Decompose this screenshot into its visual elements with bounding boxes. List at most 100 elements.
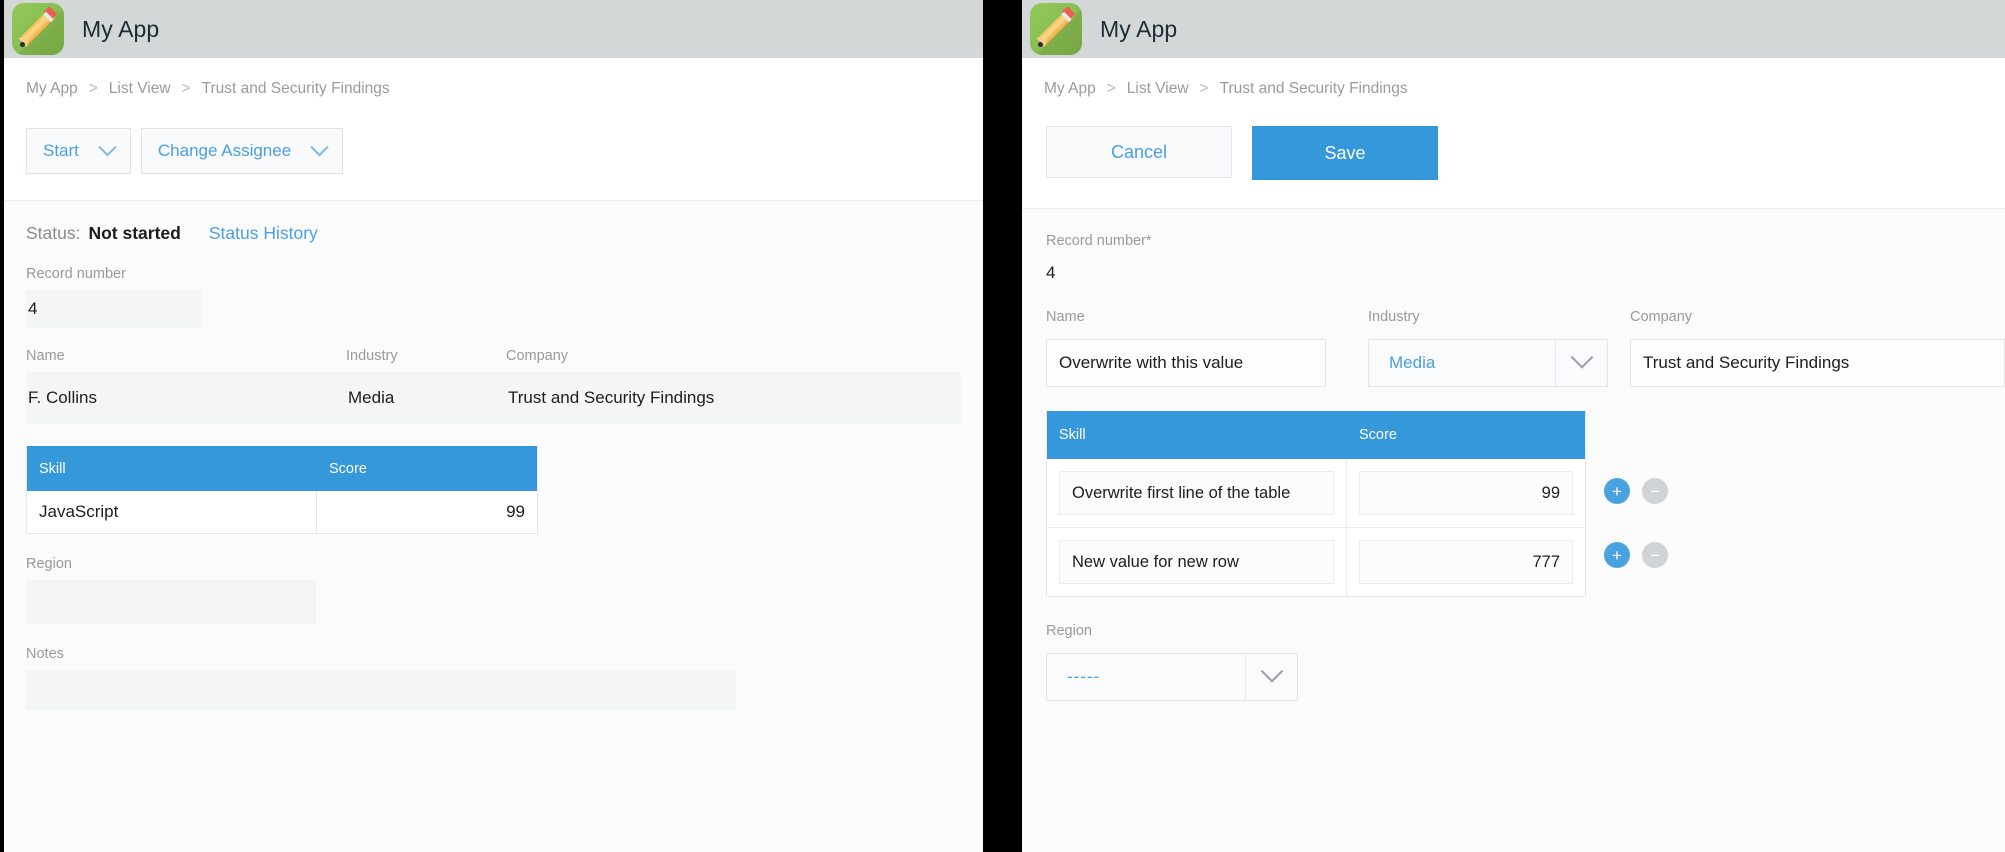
chevron-down-icon (310, 137, 329, 156)
minus-icon[interactable]: − (1642, 478, 1668, 504)
field-name: Name F. Collins (26, 348, 346, 424)
left-panel-view-mode: My App My App > List View > Trust and Se… (4, 0, 983, 852)
field-industry: Industry Media (346, 348, 506, 424)
name-input[interactable]: Overwrite with this value (1046, 339, 1326, 387)
cell-skill: JavaScript (27, 491, 317, 533)
plus-icon[interactable]: + (1604, 478, 1630, 504)
company-label: Company (1630, 309, 1693, 325)
breadcrumb-item-current: Trust and Security Findings (201, 80, 390, 97)
left-toolbar: Start Change Assignee (4, 108, 983, 201)
industry-value: Media (346, 372, 506, 424)
field-row: Name F. Collins Industry Media Company T… (26, 348, 961, 424)
pencil-icon (1030, 3, 1082, 55)
breadcrumb-item-list-view[interactable]: List View (1127, 80, 1189, 98)
save-button[interactable]: Save (1252, 126, 1438, 180)
industry-selected-value: Media (1389, 353, 1436, 372)
start-button-label: Start (43, 141, 79, 160)
cell-score: 777 (1347, 528, 1585, 596)
breadcrumb-item-current: Trust and Security Findings (1219, 80, 1408, 97)
chevron-down-icon[interactable] (1245, 654, 1297, 700)
region-label: Region (1046, 623, 1092, 639)
breadcrumb-item-root[interactable]: My App (26, 80, 78, 98)
field-industry: Industry Media (1368, 309, 1608, 387)
industry-label: Industry (346, 348, 398, 364)
skills-table-editable-wrapper: Skill Score Overwrite first line of the … (1046, 411, 2005, 597)
field-region: Region (26, 556, 961, 624)
pencil-icon (12, 3, 64, 55)
right-toolbar: Cancel Save (1022, 108, 2005, 209)
field-record-number: Record number 4 (26, 266, 961, 328)
column-header-skill: Skill (1059, 427, 1086, 443)
score-input[interactable]: 99 (1359, 471, 1573, 515)
breadcrumb-separator: > (1106, 80, 1116, 97)
column-header-score: Score (1359, 427, 1397, 443)
app-title: My App (1100, 15, 1178, 42)
left-record-form: Status: Not started Status History Recor… (4, 201, 983, 710)
app-header-bar: My App (1022, 0, 2005, 58)
row-actions: + − (1586, 459, 1668, 523)
status-label: Status: (26, 223, 81, 243)
breadcrumb: My App > List View > Trust and Security … (4, 58, 983, 108)
skill-input[interactable]: New value for new row (1059, 540, 1334, 584)
name-label: Name (26, 348, 65, 364)
score-input[interactable]: 777 (1359, 540, 1573, 584)
field-row: Name Overwrite with this value Industry … (1046, 309, 2005, 387)
chevron-down-icon[interactable] (1555, 340, 1607, 386)
change-assignee-button-label: Change Assignee (157, 141, 292, 160)
app-header-bar: My App (4, 0, 983, 58)
breadcrumb-item-list-view[interactable]: List View (109, 80, 171, 98)
name-value: F. Collins (26, 372, 346, 424)
row-actions: + − (1586, 523, 1668, 587)
field-company: Company Trust and Security Findings (1630, 309, 2005, 387)
record-number-value: 4 (1046, 263, 1056, 282)
record-number-label: Record number* (1046, 233, 1152, 249)
table-header-row: Skill Score (1047, 411, 1585, 459)
start-dropdown-button[interactable]: Start (26, 128, 131, 174)
notes-value (26, 670, 736, 710)
field-name: Name Overwrite with this value (1046, 309, 1326, 387)
status-row: Status: Not started Status History (26, 223, 961, 244)
right-record-form: Record number* 4 Name Overwrite with thi… (1022, 209, 2005, 701)
status-history-link[interactable]: Status History (209, 223, 318, 244)
screenshot-stage: My App My App > List View > Trust and Se… (0, 0, 2005, 852)
chevron-down-icon (98, 137, 117, 156)
notes-label: Notes (26, 646, 64, 662)
region-label: Region (26, 556, 72, 572)
right-panel-edit-mode: My App My App > List View > Trust and Se… (1022, 0, 2005, 852)
skill-input[interactable]: Overwrite first line of the table (1059, 471, 1334, 515)
breadcrumb: My App > List View > Trust and Security … (1022, 58, 2005, 108)
cell-score: 99 (506, 502, 525, 521)
table-row: New value for new row 777 (1047, 528, 1585, 596)
field-region: Region ----- (1046, 623, 2005, 701)
company-value: Trust and Security Findings (506, 372, 961, 424)
name-label: Name (1046, 309, 1085, 325)
company-input[interactable]: Trust and Security Findings (1630, 339, 2005, 387)
column-header-score: Score (329, 460, 367, 477)
skills-table-readonly: Skill Score JavaScript 99 (26, 446, 538, 534)
breadcrumb-separator: > (88, 80, 98, 97)
record-number-value: 4 (26, 290, 202, 328)
table-row: JavaScript 99 (27, 491, 537, 533)
company-label: Company (506, 348, 569, 364)
app-title: My App (82, 15, 160, 42)
industry-select[interactable]: Media (1368, 339, 1608, 387)
breadcrumb-separator: > (1199, 80, 1209, 97)
minus-icon[interactable]: − (1642, 542, 1668, 568)
field-record-number: Record number* 4 (1046, 233, 2005, 283)
record-number-label: Record number (26, 266, 126, 282)
field-notes: Notes (26, 646, 961, 710)
cancel-button[interactable]: Cancel (1046, 126, 1232, 178)
breadcrumb-item-root[interactable]: My App (1044, 80, 1096, 98)
skills-table-editable: Skill Score Overwrite first line of the … (1046, 411, 1586, 597)
table-row: Overwrite first line of the table 99 (1047, 459, 1585, 528)
industry-label: Industry (1368, 309, 1420, 325)
region-selected-value: ----- (1067, 667, 1101, 686)
row-action-buttons: + − + − (1586, 411, 1668, 587)
field-company: Company Trust and Security Findings (506, 348, 961, 424)
region-value (26, 580, 316, 624)
cell-skill: Overwrite first line of the table (1047, 459, 1347, 527)
column-header-skill: Skill (39, 460, 66, 477)
change-assignee-dropdown-button[interactable]: Change Assignee (140, 128, 344, 174)
plus-icon[interactable]: + (1604, 542, 1630, 568)
region-select[interactable]: ----- (1046, 653, 1298, 701)
